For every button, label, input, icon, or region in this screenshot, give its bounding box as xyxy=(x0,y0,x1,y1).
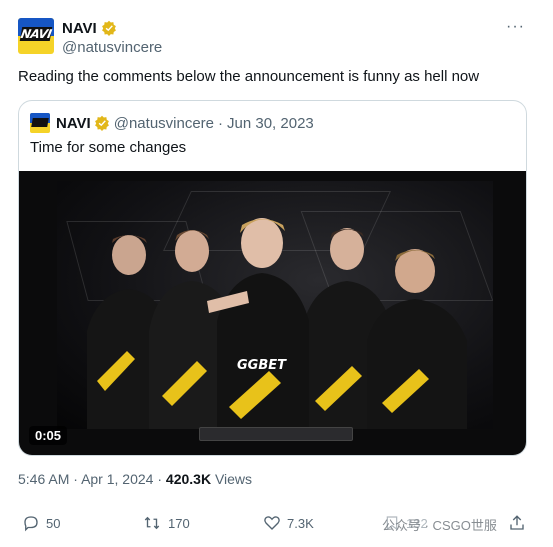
author-avatar[interactable]: NAVI xyxy=(18,18,54,54)
repost-count: 170 xyxy=(168,515,190,531)
share-icon xyxy=(510,515,524,530)
meta-separator: · xyxy=(157,471,163,487)
navi-logo: NAVI xyxy=(19,27,53,41)
like-button[interactable]: 7.3K xyxy=(263,514,314,532)
quoted-text: Time for some changes xyxy=(30,139,187,156)
tweet-meta: 5:46 AM · Apr 1, 2024 · 420.3K Views xyxy=(18,471,252,487)
views-label: Views xyxy=(214,471,253,487)
author-handle[interactable]: @natusvincere xyxy=(62,39,162,56)
team-players-image: GGBET xyxy=(87,218,467,429)
heart-icon xyxy=(264,516,280,530)
meta-separator: · xyxy=(218,114,224,132)
reply-icon xyxy=(24,516,38,532)
verified-badge-icon xyxy=(101,20,116,36)
quoted-tweet[interactable]: NAVI @natusvincere · Jun 30, 2023 Time f… xyxy=(18,100,527,456)
quoted-avatar xyxy=(30,113,50,133)
watermark: 公众号 · CSGO世服 xyxy=(382,515,497,534)
tweet-card: NAVI NAVI @natusvincere ··· Reading the … xyxy=(0,0,553,547)
repost-icon xyxy=(144,516,160,530)
author-block: NAVI @natusvincere xyxy=(62,19,162,57)
video-player[interactable]: GGBET 0:05 xyxy=(19,171,526,455)
quoted-author-name: NAVI xyxy=(56,114,91,132)
video-frame: GGBET xyxy=(57,181,493,429)
video-duration: 0:05 xyxy=(29,426,68,445)
like-count: 7.3K xyxy=(287,515,314,531)
share-button[interactable] xyxy=(508,514,532,532)
more-options-icon[interactable]: ··· xyxy=(506,18,525,36)
reply-button[interactable]: 50 xyxy=(22,514,60,532)
tweet-time[interactable]: 5:46 AM xyxy=(18,471,69,487)
video-overlay-toolbar xyxy=(199,427,353,441)
svg-text:GGBET: GGBET xyxy=(237,358,287,373)
quoted-handle: @natusvincere xyxy=(113,114,215,132)
meta-separator: · xyxy=(73,471,78,487)
tweet-date[interactable]: Apr 1, 2024 xyxy=(81,471,153,487)
quoted-header: NAVI @natusvincere · Jun 30, 2023 xyxy=(30,113,314,133)
repost-button[interactable]: 170 xyxy=(142,514,190,532)
quoted-date: Jun 30, 2023 xyxy=(227,114,314,132)
watermark-text: 公众号 · CSGO世服 xyxy=(382,515,497,534)
views-count: 420.3K xyxy=(165,471,212,487)
reply-count: 50 xyxy=(46,515,61,531)
author-name[interactable]: NAVI xyxy=(62,20,97,37)
verified-badge-icon xyxy=(94,115,109,131)
tweet-text: Reading the comments below the announcem… xyxy=(18,68,480,85)
